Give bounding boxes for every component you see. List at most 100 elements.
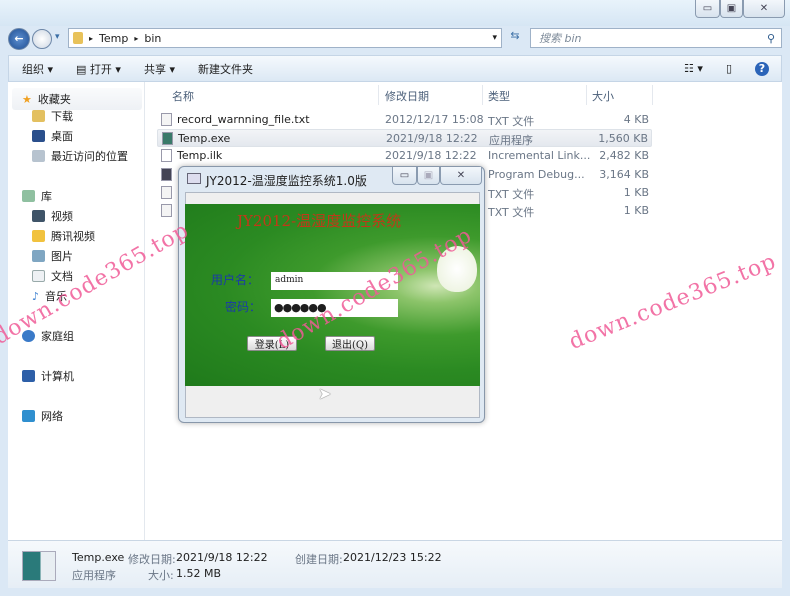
status-type: 应用程序 [72, 569, 116, 582]
column-divider [586, 85, 587, 105]
downloads-icon [32, 110, 45, 122]
sidebar-label: 最近访问的位置 [51, 150, 128, 163]
file-row[interactable]: Temp.ilk 2021/9/18 12:22 Incremental Lin… [157, 147, 652, 165]
folder-icon [73, 32, 83, 44]
help-icon[interactable]: ? [755, 61, 769, 76]
open-button[interactable]: ▤ 打开 ▾ [76, 61, 121, 77]
file-type: Program Debug... [488, 167, 585, 181]
file-type: TXT 文件 [488, 115, 535, 128]
file-size: 1 KB [623, 185, 649, 199]
file-date: 2012/12/17 15:08 [385, 113, 484, 126]
search-icon[interactable]: ⚲ [767, 32, 775, 45]
sidebar-label: 腾讯视频 [51, 230, 95, 243]
file-icon [162, 132, 173, 146]
file-icon [161, 149, 172, 163]
column-header-size[interactable]: 大小 [592, 88, 614, 108]
open-label: 打开 ▾ [89, 62, 121, 76]
sidebar-item-desktop[interactable]: 桌面 [32, 128, 73, 144]
desktop-icon [32, 130, 45, 142]
organize-button[interactable]: 组织 ▾ [22, 61, 53, 77]
computer-icon [22, 370, 35, 382]
column-header-type[interactable]: 类型 [488, 88, 510, 108]
sidebar-item-network[interactable]: 网络 [22, 408, 63, 424]
search-input[interactable]: 搜索 bin ⚲ [530, 28, 782, 48]
file-icon [161, 167, 172, 181]
view-options-icon[interactable]: ☷ ▾ [684, 62, 703, 75]
sidebar-item-videos[interactable]: 视频 [32, 208, 73, 224]
recent-pages-dropdown[interactable]: ▾ [55, 32, 60, 42]
status-size: 1.52 MB [176, 567, 222, 580]
file-icon [161, 204, 172, 217]
exe-thumbnail-icon [22, 551, 56, 581]
status-modified-label: 修改日期: [128, 553, 176, 566]
column-divider [482, 85, 483, 105]
column-divider [378, 85, 379, 105]
maximize-button[interactable]: ▣ [720, 0, 743, 18]
new-folder-button[interactable]: 新建文件夹 [198, 61, 253, 77]
file-size: 1,560 KB [598, 132, 648, 146]
exit-button[interactable]: 退出(Q) [325, 336, 375, 351]
status-filename: Temp.exe [72, 551, 125, 564]
close-button[interactable]: ✕ [743, 0, 785, 18]
sidebar-item-recent[interactable]: 最近访问的位置 [32, 148, 128, 164]
file-date: 2021/9/18 12:22 [385, 149, 477, 163]
status-size-label: 大小: [148, 569, 174, 582]
sidebar-item-tencent-video[interactable]: 腾讯视频 [32, 228, 95, 244]
dialog-title: JY2012-温湿度监控系统1.0版 [206, 174, 367, 188]
minimize-button[interactable]: ▭ [695, 0, 720, 18]
sidebar-item-libraries[interactable]: 库 [22, 188, 52, 204]
title-bar [0, 0, 790, 26]
refresh-icon[interactable]: ⇆ [505, 29, 525, 48]
column-header-name[interactable]: 名称 [172, 88, 194, 108]
library-icon [22, 190, 35, 202]
file-name: Temp.exe [178, 132, 231, 146]
sidebar-item-computer[interactable]: 计算机 [22, 368, 74, 384]
address-dropdown[interactable]: ▾ [492, 33, 497, 43]
sidebar-label: 收藏夹 [37, 93, 71, 106]
login-dialog: JY2012-温湿度监控系统1.0版 ▭ ▣ ✕ JY2012-温湿度监控系统 … [178, 166, 485, 423]
sidebar-label: 计算机 [41, 370, 74, 383]
dialog-close-button[interactable]: ✕ [440, 167, 482, 185]
column-divider [652, 85, 653, 105]
documents-icon [32, 270, 45, 282]
sidebar-item-documents[interactable]: 文档 [32, 268, 73, 284]
share-button[interactable]: 共享 ▾ [144, 61, 175, 77]
recent-places-icon [32, 150, 45, 162]
sidebar-label: 桌面 [51, 130, 73, 143]
file-row[interactable]: record_warnning_file.txt 2012/12/17 15:0… [157, 111, 652, 129]
sidebar-label: 库 [41, 190, 52, 203]
banner-title: JY2012-温湿度监控系统 [237, 212, 402, 230]
dialog-maximize-button: ▣ [417, 167, 440, 185]
breadcrumb-temp[interactable]: Temp [99, 32, 128, 45]
status-created-label: 创建日期: [295, 553, 343, 566]
login-background-image: JY2012-温湿度监控系统 用户名： admin 密码： ●●●●●● 登录(… [185, 204, 480, 386]
file-type: Incremental Link... [488, 149, 591, 163]
sidebar-label: 视频 [51, 210, 73, 223]
username-label: 用户名： [211, 273, 260, 287]
column-header-date[interactable]: 修改日期 [385, 88, 429, 108]
status-modified: 2021/9/18 12:22 [176, 551, 268, 564]
file-size: 4 KB [623, 113, 649, 126]
dialog-minimize-button[interactable]: ▭ [392, 167, 417, 185]
forward-button[interactable] [32, 29, 52, 49]
search-placeholder: 搜索 bin [539, 32, 582, 45]
sidebar-label: 图片 [51, 250, 73, 263]
status-created: 2021/12/23 15:22 [343, 551, 442, 564]
sidebar-item-pictures[interactable]: 图片 [32, 248, 73, 264]
mouse-cursor: ➤ [318, 384, 332, 403]
sidebar-item-downloads[interactable]: 下载 [32, 108, 73, 124]
breadcrumb-bin[interactable]: bin [144, 32, 161, 45]
app-icon [187, 173, 201, 184]
network-icon [22, 410, 35, 422]
file-type: 应用程序 [489, 134, 533, 148]
file-name: Temp.ilk [177, 149, 223, 163]
address-bar[interactable]: ▸ Temp ▸ bin ▾ [68, 28, 502, 48]
file-name: record_warnning_file.txt [177, 113, 310, 126]
back-button[interactable]: ← [8, 28, 30, 50]
preview-pane-icon[interactable]: ▯ [726, 62, 732, 75]
sidebar-label: 家庭组 [41, 330, 74, 343]
sidebar-item-favorites[interactable]: ★ 收藏夹 [12, 88, 142, 110]
file-row[interactable]: Temp.exe 2021/9/18 12:22 应用程序 1,560 KB [157, 129, 652, 148]
file-size: 2,482 KB [599, 149, 649, 163]
breadcrumb-separator: ▸ [89, 33, 94, 43]
